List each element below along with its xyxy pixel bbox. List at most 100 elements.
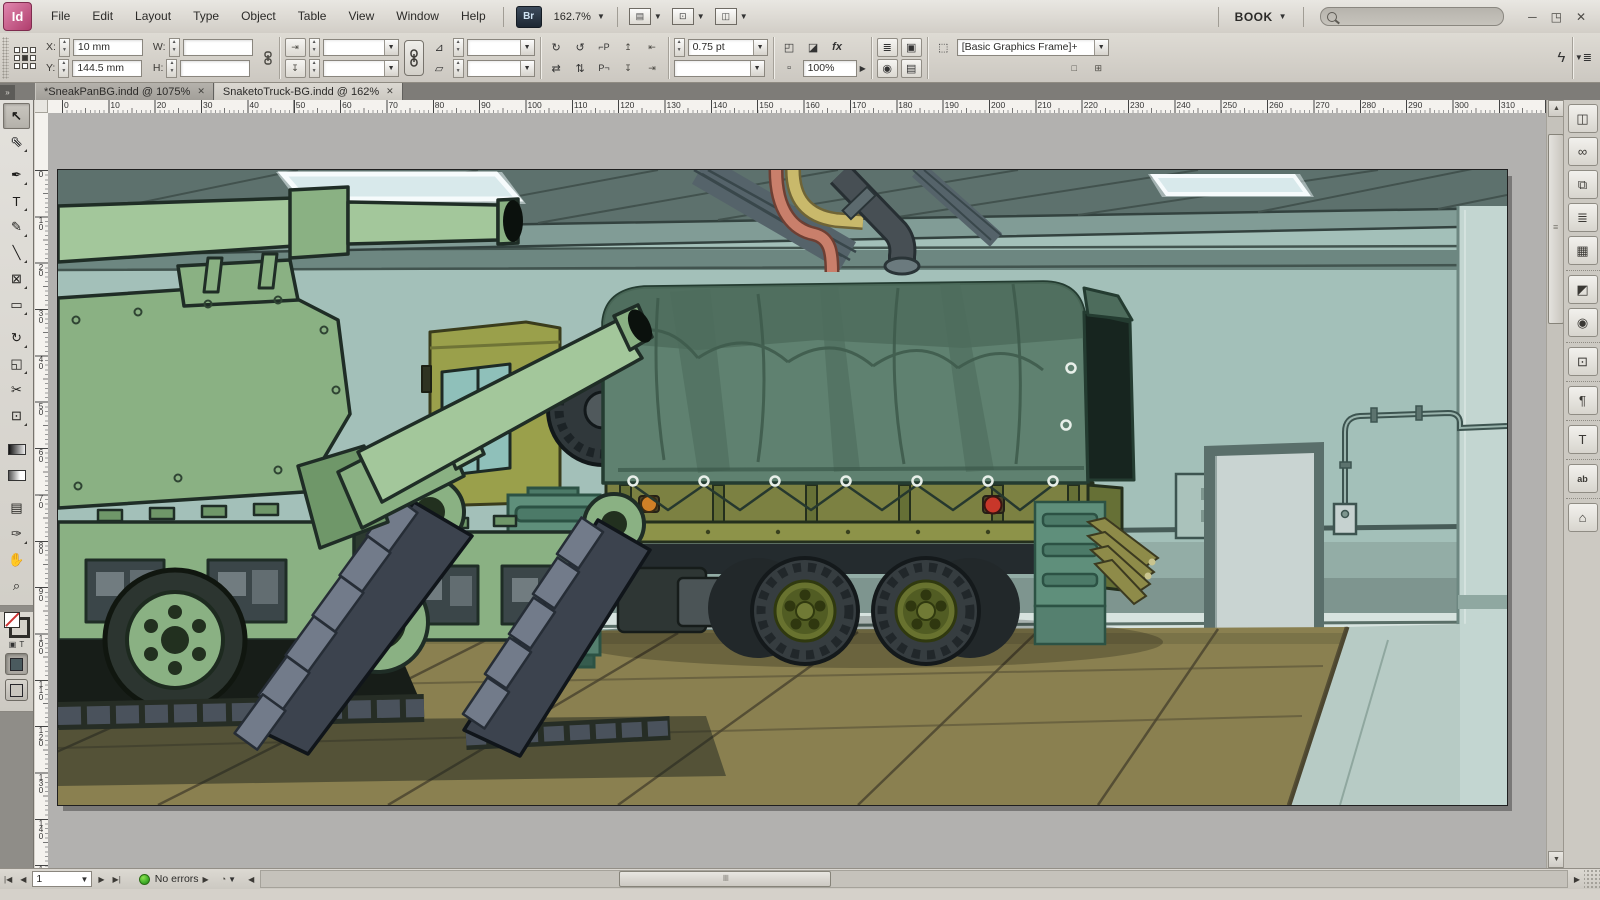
gradient-feather-tool[interactable] — [3, 462, 30, 488]
stroke-type-combo[interactable]: ▼ — [674, 60, 765, 77]
pages-panel-icon[interactable]: ◫ — [1568, 104, 1598, 133]
effects-panel-icon[interactable]: ◩ — [1568, 275, 1598, 304]
layers-panel-icon[interactable]: ⧉ — [1568, 170, 1598, 199]
horizontal-ruler[interactable]: 0102030405060708090100110120130140150160… — [48, 100, 1546, 114]
menu-edit[interactable]: Edit — [81, 0, 124, 33]
horizontal-scrollbar[interactable] — [260, 870, 1568, 888]
view-options-dropdown[interactable]: ▤ ▼ — [629, 8, 662, 25]
position-tool[interactable]: ⊡ — [3, 403, 30, 429]
x-stepper[interactable]: ▲▼ — [59, 38, 70, 57]
formatting-text-icon[interactable]: T — [19, 640, 24, 649]
w-stepper[interactable]: ▲▼ — [169, 38, 180, 57]
width-field[interactable] — [183, 39, 253, 56]
resize-grip[interactable] — [1584, 870, 1600, 888]
fill-none-swatch-icon[interactable] — [4, 612, 20, 628]
tab-overflow-button[interactable]: » — [0, 85, 15, 100]
scale-y-combo[interactable]: ▼ — [323, 60, 399, 77]
fill-stroke-control[interactable] — [4, 612, 30, 638]
artwork-page[interactable] — [58, 170, 1507, 805]
menu-object[interactable]: Object — [230, 0, 287, 33]
preflight-panel-button[interactable]: ◔▼ — [221, 874, 236, 884]
object-style-combo[interactable]: [Basic Graphics Frame]+ ▼ — [957, 39, 1109, 56]
select-content-button[interactable]: P¬ — [594, 59, 615, 78]
note-tool[interactable]: ▤ — [3, 495, 30, 521]
search-input[interactable] — [1342, 10, 1476, 24]
height-field[interactable] — [180, 60, 250, 77]
previous-page-button[interactable]: ◀ — [16, 875, 30, 884]
tab-close-icon[interactable]: ✕ — [197, 86, 205, 97]
flip-horizontal-button[interactable]: ⇄ — [546, 59, 567, 78]
rectangle-frame-tool[interactable]: ⊠ — [3, 266, 30, 292]
constrain-scale-chain-button[interactable] — [404, 40, 424, 76]
reference-point-proxy[interactable] — [14, 47, 36, 69]
y-position-field[interactable]: 144.5 mm — [72, 60, 142, 77]
first-page-button[interactable]: |◀ — [0, 875, 16, 884]
vertical-scroll-thumb[interactable] — [1548, 134, 1564, 324]
effects-button[interactable]: fx — [827, 38, 848, 57]
direct-selection-tool[interactable]: ⇖ — [3, 129, 30, 155]
screen-mode-dropdown[interactable]: ⊡ ▼ — [672, 8, 705, 25]
h-stepper[interactable]: ▲▼ — [166, 59, 177, 78]
panel-menu-button[interactable]: ▼≣ — [1573, 48, 1594, 67]
next-page-button[interactable]: ▶ — [94, 875, 108, 884]
horizontal-scroll-thumb[interactable] — [619, 871, 831, 887]
gradient-swatch-tool[interactable] — [3, 436, 30, 462]
flip-vertical-button[interactable]: ⇅ — [570, 59, 591, 78]
vertical-scrollbar[interactable]: ▲ ▼ — [1546, 100, 1564, 868]
select-previous-object-button[interactable]: ↥ — [618, 38, 639, 57]
constrain-dimensions-chain-icon[interactable] — [258, 48, 279, 67]
ruler-corner[interactable] — [35, 100, 48, 113]
close-button[interactable]: ✕ — [1576, 10, 1586, 24]
spell-check-panel-icon[interactable]: ab — [1568, 464, 1598, 493]
quick-apply-button[interactable]: ϟ — [1551, 48, 1572, 67]
y-stepper[interactable]: ▲▼ — [58, 59, 69, 78]
arrange-documents-dropdown[interactable]: ◫ ▼ — [715, 8, 748, 25]
scroll-right-icon[interactable]: ▶ — [1570, 875, 1584, 884]
select-next-object-button[interactable]: ↧ — [618, 59, 639, 78]
notes-panel-icon[interactable]: ⌂ — [1568, 503, 1598, 532]
opacity-flyout-icon[interactable]: ▶ — [860, 64, 866, 73]
scale-x-combo[interactable]: ▼ — [323, 39, 399, 56]
rotate-ccw-button[interactable]: ↺ — [570, 38, 591, 57]
new-style-button[interactable]: ⊞ — [1088, 59, 1109, 78]
wrap-object-shape-button[interactable]: ◉ — [877, 59, 898, 78]
document-tab[interactable]: *SneakPanBG.indd @ 1075%✕ — [35, 83, 214, 100]
workspace-dropdown[interactable]: BOOK ▼ — [1225, 10, 1297, 24]
menu-view[interactable]: View — [337, 0, 385, 33]
page-number-field[interactable]: 1 ▼ — [32, 871, 92, 887]
scroll-left-icon[interactable]: ◀ — [244, 875, 258, 884]
opacity-field[interactable]: 100% — [803, 60, 857, 77]
pencil-tool[interactable]: ✎ — [3, 214, 30, 240]
paragraph-styles-panel-icon[interactable]: ¶ — [1568, 386, 1598, 415]
hand-tool[interactable]: ✋ — [3, 547, 30, 573]
conditional-text-panel-icon[interactable]: T — [1568, 425, 1598, 454]
shear-angle-combo[interactable]: ▼ — [467, 60, 535, 77]
zoom-level-dropdown[interactable]: 162.7% ▼ — [548, 9, 611, 25]
corner-options-button[interactable]: ◰ — [779, 38, 800, 57]
select-forward-object-button[interactable]: ⇥ — [642, 59, 663, 78]
minimize-button[interactable]: ─ — [1528, 10, 1537, 24]
swatches-panel-icon[interactable]: ▦ — [1568, 236, 1598, 265]
scale-x-stepper[interactable]: ▲▼ — [309, 38, 320, 57]
wrap-jump-button[interactable]: ▤ — [901, 59, 922, 78]
tab-close-icon[interactable]: ✕ — [386, 86, 394, 97]
type-tool[interactable]: T — [3, 188, 30, 214]
scissors-tool[interactable]: ✂ — [3, 377, 30, 403]
menu-window[interactable]: Window — [385, 0, 450, 33]
scale-y-stepper[interactable]: ▲▼ — [309, 59, 320, 78]
last-page-button[interactable]: ▶| — [109, 875, 125, 884]
preview-mode-button[interactable] — [5, 679, 28, 701]
wrap-bounding-box-button[interactable]: ▣ — [901, 38, 922, 57]
select-back-object-button[interactable]: ⇤ — [642, 38, 663, 57]
eyedropper-tool[interactable]: ✑ — [3, 521, 30, 547]
stroke-panel-icon[interactable]: ≣ — [1568, 203, 1598, 232]
shear-stepper[interactable]: ▲▼ — [453, 59, 464, 78]
stroke-weight-combo[interactable]: 0.75 pt ▼ — [688, 39, 768, 56]
restore-button[interactable]: ◳ — [1551, 10, 1562, 24]
pen-tool[interactable]: ✒ — [3, 162, 30, 188]
pasteboard[interactable] — [48, 113, 1546, 868]
menu-layout[interactable]: Layout — [124, 0, 182, 33]
stroke-weight-stepper[interactable]: ▲▼ — [674, 38, 685, 57]
rectangle-tool[interactable]: ▭ — [3, 292, 30, 318]
clear-overrides-button[interactable]: □ — [1064, 59, 1085, 78]
